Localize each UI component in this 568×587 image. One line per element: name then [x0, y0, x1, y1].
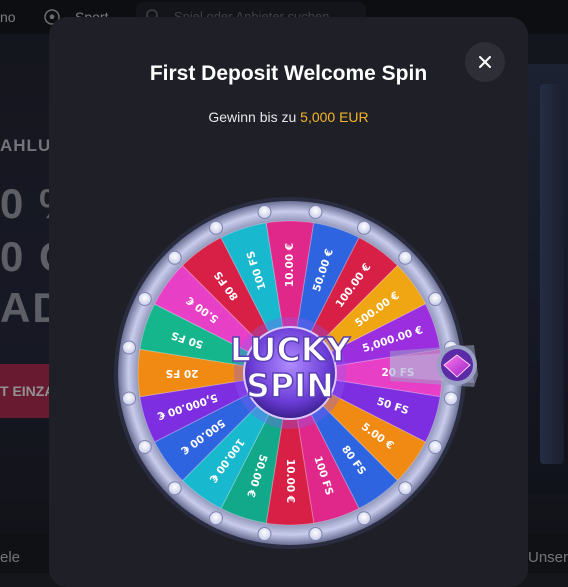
rim-bulb — [167, 481, 182, 496]
subtitle-amount: 5,000 EUR — [300, 109, 369, 125]
rim-bulb — [357, 220, 372, 235]
rim-bulb — [257, 526, 272, 541]
lucky-spin-wheel[interactable]: 20 FS50 FS5.00 €80 FS100 FS10.00 €50.00 … — [104, 187, 484, 567]
close-button[interactable] — [465, 42, 505, 82]
rim-bulb — [208, 511, 223, 526]
wheel-pointer — [390, 345, 478, 387]
subtitle-prefix: Gewinn bis zu — [208, 109, 297, 125]
rim-bulb — [357, 511, 372, 526]
rim-bulb — [208, 220, 223, 235]
modal-title: First Deposit Welcome Spin — [149, 62, 428, 85]
rim-bulb — [428, 440, 443, 455]
rim-bulb — [308, 526, 323, 541]
rim-bulb — [167, 250, 182, 265]
rim-bulb — [122, 340, 137, 355]
wheel-segment-label: 20 FS — [165, 367, 198, 379]
wheel-segment-label: 10.00 € — [284, 243, 296, 287]
wheel-center-line-1: LUCKY — [230, 330, 351, 369]
close-icon — [479, 56, 491, 68]
rim-bulb — [308, 205, 323, 220]
rim-bulb — [122, 391, 137, 406]
wheel-segment-label: 10.00 € — [284, 459, 296, 503]
rim-bulb — [137, 440, 152, 455]
welcome-spin-modal: First Deposit Welcome Spin Gewinn bis zu… — [49, 17, 528, 587]
rim-bulb — [398, 250, 413, 265]
rim-bulb — [398, 481, 413, 496]
rim-bulb — [257, 205, 272, 220]
modal-subtitle: Gewinn bis zu 5,000 EUR — [49, 109, 528, 125]
rim-bulb — [443, 391, 458, 406]
wheel-center-line-2: SPIN — [246, 366, 334, 405]
rim-bulb — [428, 291, 443, 306]
rim-bulb — [137, 291, 152, 306]
